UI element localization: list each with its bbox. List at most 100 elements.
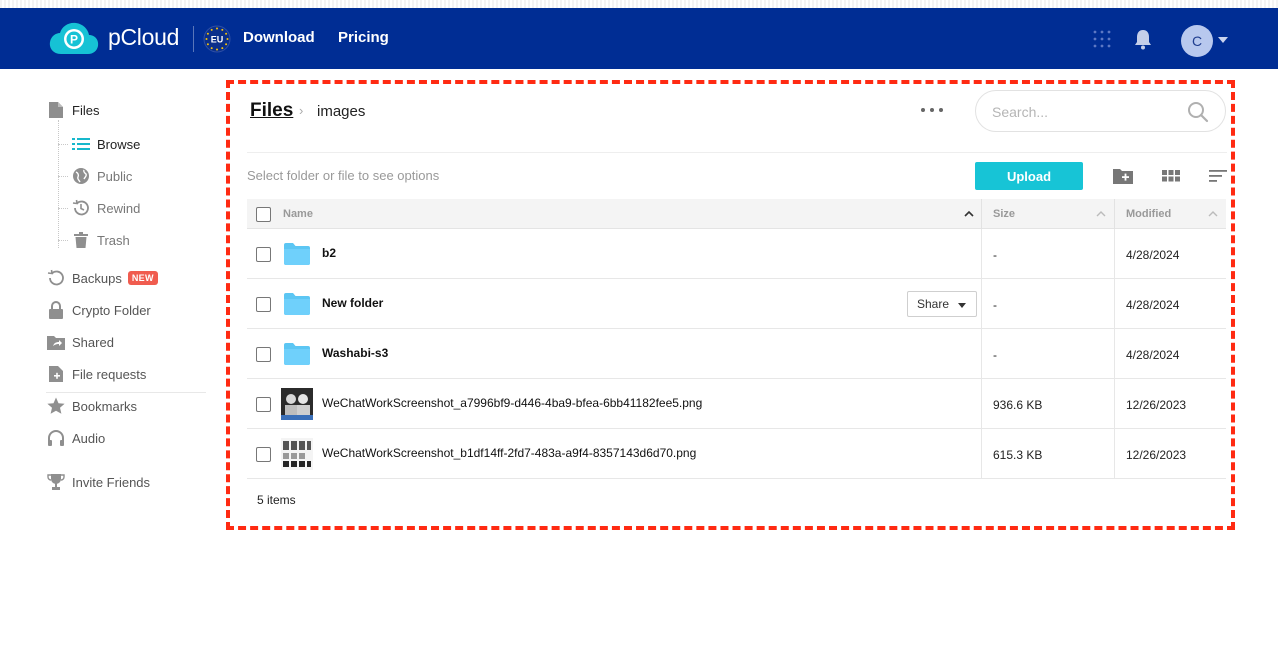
column-header-modified[interactable]: Modified xyxy=(1126,199,1171,229)
folder-icon xyxy=(284,343,310,365)
breadcrumb-files-link[interactable]: Files xyxy=(250,100,293,122)
account-chevron-down-icon[interactable] xyxy=(1218,37,1228,43)
pcloud-logo-icon[interactable]: P xyxy=(48,21,100,57)
sidebar-item-label: File requests xyxy=(72,366,147,382)
sort-asc-icon[interactable] xyxy=(1208,209,1218,219)
search-icon[interactable] xyxy=(1187,101,1209,123)
file-name[interactable]: b2 xyxy=(322,246,336,260)
table-row[interactable]: b2 - 4/28/2024 xyxy=(247,229,1226,279)
list-icon xyxy=(71,134,91,154)
upload-button[interactable]: Upload xyxy=(975,162,1083,190)
header-divider xyxy=(193,26,194,52)
column-divider xyxy=(1114,199,1115,229)
column-header-size[interactable]: Size xyxy=(993,199,1015,229)
row-checkbox[interactable] xyxy=(256,297,271,312)
eu-region-icon: EU xyxy=(203,25,231,53)
nav-download-link[interactable]: Download xyxy=(243,29,315,46)
apps-grid-icon[interactable] xyxy=(1093,30,1111,48)
history-icon xyxy=(71,198,91,218)
sidebar-item-browse[interactable]: Browse xyxy=(71,132,140,156)
sort-asc-icon[interactable] xyxy=(964,209,974,219)
file-size: 936.6 KB xyxy=(993,398,1043,412)
sidebar-item-trash[interactable]: Trash xyxy=(71,228,130,252)
tree-connector-branch xyxy=(58,176,68,177)
more-options-icon[interactable] xyxy=(921,101,943,119)
sidebar-item-audio[interactable]: Audio xyxy=(46,426,105,450)
sidebar-item-label: Bookmarks xyxy=(72,398,138,414)
top-strip xyxy=(0,0,1278,8)
sidebar-divider xyxy=(46,392,206,393)
image-thumbnail xyxy=(281,388,313,420)
select-all-checkbox[interactable] xyxy=(256,207,271,222)
column-divider xyxy=(981,429,982,479)
search-input[interactable] xyxy=(992,102,1182,122)
file-modified: 12/26/2023 xyxy=(1126,398,1187,412)
file-name[interactable]: WeChatWorkScreenshot_b1df14ff-2fd7-483a-… xyxy=(322,446,696,460)
file-size: - xyxy=(993,298,997,312)
table-row[interactable]: WeChatWorkScreenshot_a7996bf9-d446-4ba9-… xyxy=(247,379,1226,429)
file-size: 615.3 KB xyxy=(993,448,1043,462)
sidebar-item-file-requests[interactable]: File requests xyxy=(46,362,146,386)
sidebar-item-shared[interactable]: Shared xyxy=(46,330,114,354)
column-divider xyxy=(981,279,982,329)
breadcrumb-current-folder: images xyxy=(317,103,366,120)
sidebar-item-crypto-folder[interactable]: Crypto Folder xyxy=(46,298,151,322)
sidebar-item-label: Shared xyxy=(72,334,114,350)
sidebar-item-public[interactable]: Public xyxy=(71,164,132,188)
grid-view-icon[interactable] xyxy=(1160,166,1182,186)
row-checkbox[interactable] xyxy=(256,447,271,462)
user-avatar[interactable]: C xyxy=(1181,25,1213,57)
file-icon xyxy=(46,100,66,120)
file-name[interactable]: Washabi-s3 xyxy=(322,346,388,360)
trash-icon xyxy=(71,230,91,250)
sidebar-item-label: Backups xyxy=(72,270,122,286)
new-folder-icon[interactable] xyxy=(1112,166,1134,186)
sidebar-item-rewind[interactable]: Rewind xyxy=(71,196,140,220)
sidebar-item-label: Public xyxy=(97,168,133,184)
star-icon xyxy=(46,396,66,416)
table-row[interactable]: WeChatWorkScreenshot_b1df14ff-2fd7-483a-… xyxy=(247,429,1226,479)
tree-connector-branch xyxy=(58,240,68,241)
folder-icon xyxy=(284,293,310,315)
shared-folder-icon xyxy=(46,332,66,352)
selection-hint: Select folder or file to see options xyxy=(247,168,440,183)
share-dropdown-button[interactable]: Share xyxy=(907,291,977,317)
notification-bell-icon[interactable] xyxy=(1132,28,1154,50)
tree-connector-branch xyxy=(58,208,68,209)
column-header-name[interactable]: Name xyxy=(283,199,313,229)
table-row[interactable]: New folder Share - 4/28/2024 xyxy=(247,279,1226,329)
file-modified: 4/28/2024 xyxy=(1126,348,1180,362)
toolbar-divider xyxy=(247,152,1227,153)
file-size: - xyxy=(993,248,997,262)
column-divider xyxy=(981,379,982,429)
sidebar-item-label: Audio xyxy=(72,430,106,446)
table-row[interactable]: Washabi-s3 - 4/28/2024 xyxy=(247,329,1226,379)
sidebar-item-label: Rewind xyxy=(97,200,141,216)
table-header: Name Size Modified xyxy=(247,199,1226,229)
folder-icon xyxy=(284,243,310,265)
sidebar-item-bookmarks[interactable]: Bookmarks xyxy=(46,394,137,418)
column-divider xyxy=(1114,379,1115,429)
sidebar-item-invite-friends[interactable]: Invite Friends xyxy=(46,470,150,494)
image-thumbnail xyxy=(281,438,313,470)
sidebar-item-files[interactable]: Files xyxy=(46,98,99,122)
file-name[interactable]: WeChatWorkScreenshot_a7996bf9-d446-4ba9-… xyxy=(322,396,702,410)
sort-asc-icon[interactable] xyxy=(1096,209,1106,219)
sidebar-item-label: Browse xyxy=(97,136,141,152)
tree-connector xyxy=(58,120,59,248)
search-box xyxy=(975,90,1226,132)
sidebar-item-backups[interactable]: Backups NEW xyxy=(46,266,158,290)
row-checkbox[interactable] xyxy=(256,397,271,412)
column-divider xyxy=(1114,329,1115,379)
sort-icon[interactable] xyxy=(1207,166,1229,186)
nav-pricing-link[interactable]: Pricing xyxy=(338,29,389,46)
headphones-icon xyxy=(46,428,66,448)
file-name[interactable]: New folder xyxy=(322,296,383,310)
column-divider xyxy=(981,199,982,229)
file-modified: 12/26/2023 xyxy=(1126,448,1187,462)
lock-icon xyxy=(46,300,66,320)
row-checkbox[interactable] xyxy=(256,347,271,362)
svg-text:EU: EU xyxy=(211,35,224,45)
row-checkbox[interactable] xyxy=(256,247,271,262)
file-modified: 4/28/2024 xyxy=(1126,298,1180,312)
